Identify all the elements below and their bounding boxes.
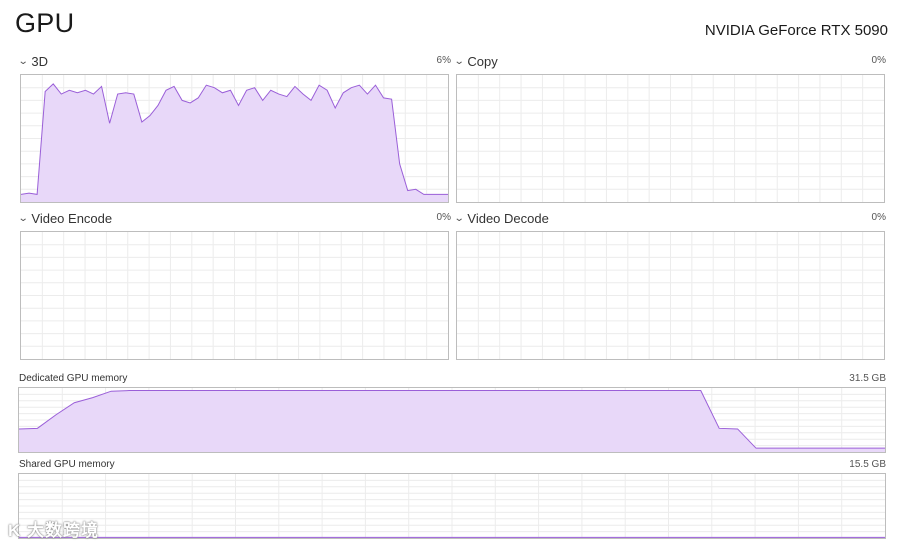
graph-dedicated-memory	[18, 387, 886, 453]
panel-3d-label: 3D	[31, 54, 49, 69]
panel-copy-label: Copy	[467, 54, 498, 69]
grid-lines	[19, 474, 885, 538]
grid-lines	[457, 75, 884, 202]
watermark: K 大数跨境	[8, 521, 99, 540]
panel-video-encode-label: Video Encode	[31, 211, 113, 226]
shared-memory-value: 15.5 GB	[849, 459, 886, 470]
graph-svg	[21, 75, 448, 202]
graph-3d	[20, 74, 449, 203]
page-title: GPU	[15, 8, 75, 38]
panel-video-decode-header[interactable]: ⌄ Video Decode	[453, 211, 549, 226]
panel-copy-header[interactable]: ⌄ Copy	[453, 54, 498, 69]
chevron-down-icon: ⌄	[453, 213, 465, 224]
graph-svg	[457, 232, 884, 359]
grid-lines	[457, 232, 884, 359]
panel-copy-value: 0%	[871, 55, 886, 66]
graph-shared-memory	[18, 473, 886, 539]
dedicated-memory-value: 31.5 GB	[849, 373, 886, 384]
graph-svg	[21, 232, 448, 359]
gpu-name: NVIDIA GeForce RTX 5090	[704, 22, 888, 39]
panel-video-decode-label: Video Decode	[467, 211, 549, 226]
panel-video-encode-header[interactable]: ⌄ Video Encode	[17, 211, 113, 226]
graph-video-decode	[456, 231, 885, 360]
panel-video-encode-value: 0%	[436, 212, 451, 223]
graph-svg	[19, 474, 885, 538]
grid-lines	[21, 232, 448, 359]
graph-video-encode	[20, 231, 449, 360]
dedicated-memory-label: Dedicated GPU memory	[19, 373, 128, 384]
panel-3d-value: 6%	[436, 55, 451, 66]
chevron-down-icon: ⌄	[17, 56, 29, 67]
panel-3d-header[interactable]: ⌄ 3D	[17, 54, 49, 69]
shared-memory-label: Shared GPU memory	[19, 459, 115, 470]
panel-video-decode-value: 0%	[871, 212, 886, 223]
usage-area	[21, 83, 448, 202]
graph-svg	[457, 75, 884, 202]
graph-svg	[19, 388, 885, 452]
graph-copy	[456, 74, 885, 203]
chevron-down-icon: ⌄	[17, 213, 29, 224]
chevron-down-icon: ⌄	[453, 56, 465, 67]
